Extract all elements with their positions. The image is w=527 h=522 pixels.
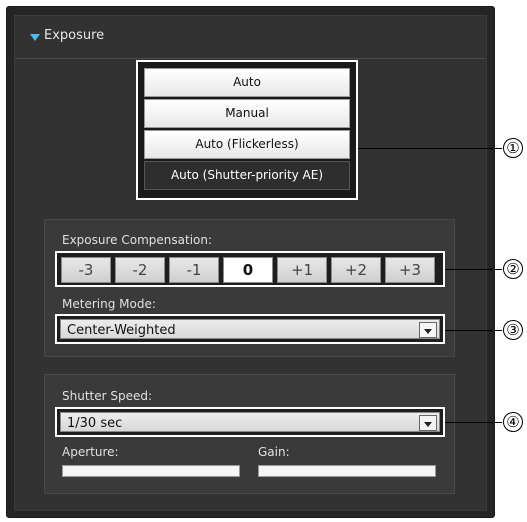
exposure-compensation-label: Exposure Compensation: — [62, 233, 213, 247]
compensation-button[interactable]: +3 — [385, 257, 435, 283]
section-title: Exposure — [44, 28, 105, 43]
metering-mode-select[interactable]: Center-Weighted — [55, 314, 445, 344]
chevron-down-icon — [424, 329, 432, 334]
exposure-compensation-selector: -3 -2 -1 0 +1 +2 +3 — [55, 251, 445, 287]
compensation-button[interactable]: +2 — [331, 257, 381, 283]
collapse-arrow-icon[interactable] — [30, 34, 40, 41]
callout-1: ① — [503, 138, 523, 158]
callout-3: ③ — [503, 320, 523, 340]
callout-line — [358, 148, 502, 149]
callout-line — [445, 330, 502, 331]
compensation-button[interactable]: -2 — [115, 257, 165, 283]
compensation-button[interactable]: +1 — [277, 257, 327, 283]
mode-auto-button[interactable]: Auto — [144, 68, 350, 97]
compensation-button[interactable]: 0 — [223, 257, 273, 283]
chevron-down-icon — [424, 422, 432, 427]
metering-mode-label: Metering Mode: — [62, 297, 156, 311]
exposure-mode-group: Auto Manual Auto (Flickerless) Auto (Shu… — [136, 60, 358, 200]
exposure-section-header[interactable]: Exposure — [15, 16, 486, 59]
metering-dropdown-button[interactable] — [419, 322, 437, 338]
mode-auto-shutter-priority-button[interactable]: Auto (Shutter-priority AE) — [144, 161, 350, 190]
callout-line — [445, 422, 502, 423]
aperture-readout — [62, 465, 240, 477]
metering-mode-value: Center-Weighted — [67, 323, 176, 338]
mode-manual-button[interactable]: Manual — [144, 99, 350, 128]
shutter-dropdown-button[interactable] — [419, 415, 437, 431]
shutter-speed-value: 1/30 sec — [67, 416, 123, 431]
gain-readout — [258, 465, 436, 477]
shutter-speed-select[interactable]: 1/30 sec — [55, 407, 445, 437]
shutter-speed-label: Shutter Speed: — [62, 389, 153, 403]
compensation-button[interactable]: -3 — [61, 257, 111, 283]
mode-auto-flickerless-button[interactable]: Auto (Flickerless) — [144, 130, 350, 159]
callout-line — [445, 269, 502, 270]
gain-label: Gain: — [258, 445, 290, 459]
callout-4: ④ — [503, 412, 523, 432]
callout-2: ② — [503, 259, 523, 279]
aperture-label: Aperture: — [62, 445, 119, 459]
compensation-button[interactable]: -1 — [169, 257, 219, 283]
